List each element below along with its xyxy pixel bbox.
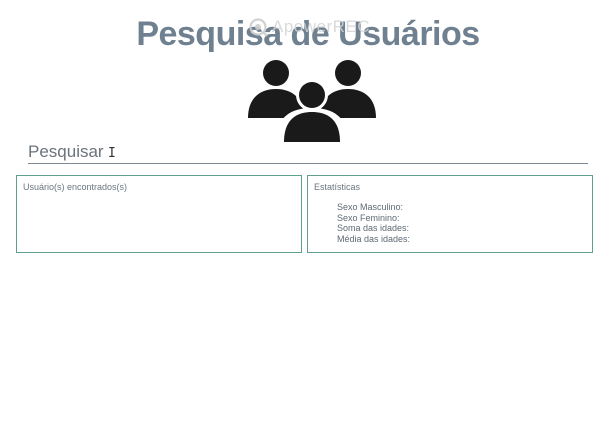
record-icon	[249, 18, 268, 37]
stat-age-average: Média das idades:	[337, 233, 411, 244]
watermark-text: ApowerREC	[272, 17, 371, 36]
stats-panel: Estatísticas Sexo Masculino: Sexo Femini…	[307, 175, 593, 253]
stat-age-sum: Soma das idades:	[337, 223, 410, 233]
users-group-icon	[248, 60, 376, 142]
stat-female-count: Sexo Feminino:	[337, 212, 400, 223]
stat-male-count: Sexo Masculino:	[337, 202, 404, 212]
search-field[interactable]: I	[28, 141, 588, 164]
stats-label: Estatísticas	[314, 182, 361, 192]
watermark: ApowerREC	[248, 17, 370, 37]
results-label: Usuário(s) encontrados(s)	[23, 182, 128, 192]
search-input[interactable]	[28, 141, 588, 163]
stats-list: Sexo Masculino: Sexo Feminino: Soma das …	[337, 202, 410, 244]
results-panel: Usuário(s) encontrados(s)	[16, 175, 302, 253]
page: Pesquisa de Usuários ApowerREC I Usuário…	[0, 0, 616, 436]
